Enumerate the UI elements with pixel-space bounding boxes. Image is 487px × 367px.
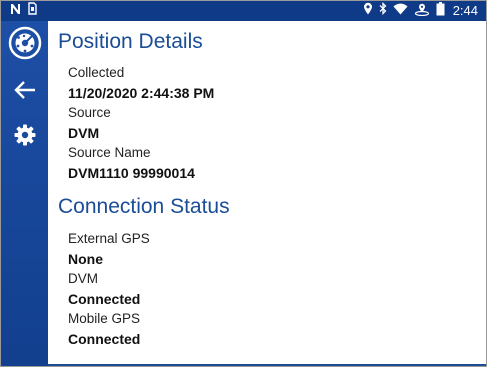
n-icon	[10, 2, 21, 20]
connection-status-title: Connection Status	[58, 195, 230, 218]
bottom-divider	[48, 364, 486, 366]
collected-value: 11/20/2020 2:44:38 PM	[68, 85, 215, 101]
status-bar: 2:44	[1, 1, 486, 21]
app-window: 2:44 Position Details Collected 11/20/20…	[0, 0, 487, 367]
bluetooth-icon	[379, 1, 387, 20]
status-right-icons: 2:44	[363, 1, 478, 21]
sim-card-icon	[28, 2, 37, 20]
source-name-value: DVM1110 99990014	[68, 165, 195, 181]
wifi-icon	[393, 2, 408, 20]
source-label: Source	[68, 105, 111, 120]
gps-satellite-icon	[414, 2, 430, 21]
dvm-label: DVM	[68, 271, 98, 286]
gear-icon	[14, 124, 36, 151]
gps-target-icon	[8, 26, 42, 65]
settings-button[interactable]	[1, 119, 48, 155]
location-icon	[363, 2, 373, 20]
battery-icon	[436, 1, 445, 21]
back-arrow-icon	[13, 80, 36, 105]
status-left-icons	[10, 2, 37, 20]
status-time: 2:44	[452, 3, 478, 18]
external-gps-label: External GPS	[68, 231, 150, 246]
details-panel: Position Details Collected 11/20/2020 2:…	[48, 21, 486, 366]
sidebar	[1, 21, 48, 366]
back-button[interactable]	[1, 75, 48, 109]
mobile-gps-value: Connected	[68, 331, 141, 347]
mobile-gps-label: Mobile GPS	[68, 311, 141, 326]
collected-label: Collected	[68, 65, 125, 80]
app-logo-button[interactable]	[1, 25, 48, 65]
dvm-value: Connected	[68, 291, 141, 307]
external-gps-value: None	[68, 251, 103, 267]
source-value: DVM	[68, 125, 100, 141]
source-name-label: Source Name	[68, 145, 151, 160]
position-details-title: Position Details	[58, 30, 203, 53]
